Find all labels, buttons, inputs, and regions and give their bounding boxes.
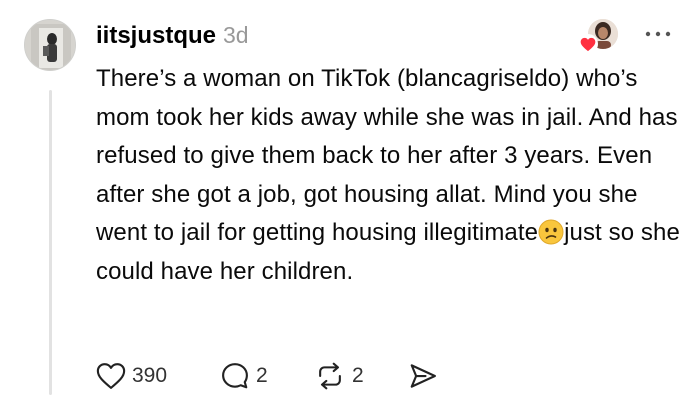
heart-badge-icon	[578, 34, 598, 54]
reply-count: 2	[256, 364, 268, 387]
thread-line	[49, 90, 52, 395]
repost-count: 2	[352, 364, 364, 387]
post-header: iitsjustque 3d	[96, 22, 249, 54]
like-button[interactable]: 390	[96, 358, 167, 394]
more-options-icon[interactable]	[641, 24, 675, 44]
user-avatar[interactable]	[24, 19, 76, 71]
confused-face-emoji-icon	[538, 219, 564, 245]
reply-button[interactable]: 2	[220, 358, 268, 394]
post-text: There’s a woman on TikTok (blancagriseld…	[96, 60, 686, 291]
share-button[interactable]	[408, 358, 438, 394]
heart-icon	[96, 363, 126, 389]
liked-by-indicator[interactable]	[578, 18, 618, 54]
send-icon	[410, 364, 436, 388]
repost-icon	[319, 362, 341, 390]
repost-button[interactable]: 2	[314, 358, 364, 394]
like-count: 390	[132, 364, 168, 387]
timestamp: 3d	[223, 22, 249, 48]
avatar-image	[25, 20, 75, 70]
comment-bubble-icon	[222, 363, 248, 389]
username[interactable]: iitsjustque	[96, 22, 216, 50]
